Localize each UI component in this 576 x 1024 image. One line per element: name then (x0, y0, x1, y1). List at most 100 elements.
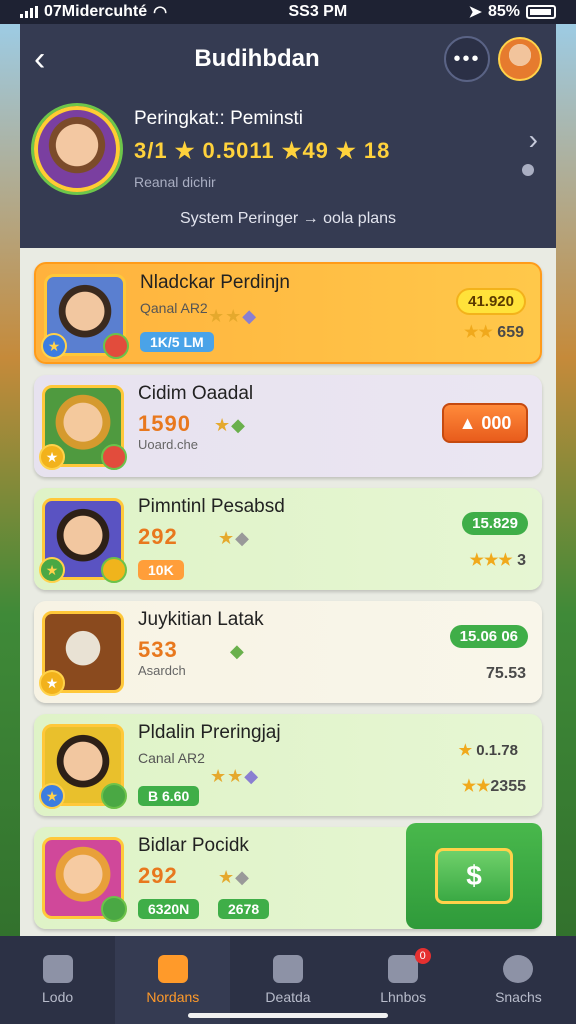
profile-subtitle: Reanal dichir (134, 174, 216, 190)
wifi-icon: ◠ (153, 4, 168, 21)
nav-item-rankings[interactable]: Nordans (115, 936, 231, 1024)
player-tag: 10K (138, 560, 184, 580)
nav-item-messages[interactable]: Deatda (230, 936, 345, 1024)
location-icon: ➤ (468, 4, 482, 21)
score-secondary: ★★ 659 (464, 324, 524, 341)
player-name: Juykitian Latak (138, 609, 264, 630)
player-tag: 6320N (138, 899, 200, 919)
more-menu-button[interactable]: ••• (444, 36, 490, 82)
star-badge-icon: ★ (39, 557, 65, 583)
carrier-label: 07Midercuhté (44, 3, 148, 20)
leaderboard-icon (157, 955, 188, 983)
player-score: 292 (138, 863, 178, 888)
page-dot-indicator (522, 164, 534, 176)
player-subtitle: Canal AR2 (138, 750, 205, 766)
list-item[interactable]: ★ Pimntinl Pesabsd 292 ★◆ 10K 15.829 ★★★… (34, 488, 542, 590)
reward-icons: ◆ (230, 641, 245, 661)
dollar-icon: $ (435, 848, 513, 904)
page-title: Budihbdan (194, 45, 320, 72)
player-avatar: ★ (39, 498, 127, 583)
reward-icons: ★◆ (214, 415, 246, 435)
nav-item-home[interactable]: Lodo (0, 936, 115, 1024)
player-name: Pldalin Preringjaj (138, 722, 281, 743)
item-badge-icon (103, 333, 129, 359)
star-badge-icon: ★ (39, 444, 65, 470)
user-avatar[interactable] (498, 37, 542, 81)
battery-percent: 85% (487, 3, 520, 20)
list-item[interactable]: Bidlar Pocidk 292 ★◆ 6320N 2678 $ (34, 823, 542, 929)
star-icon: ★★★ (469, 552, 518, 569)
star-badge-icon: ★ (39, 670, 65, 696)
star-icon: ★ (458, 742, 477, 759)
gear-icon (503, 955, 534, 983)
star-icon (388, 955, 419, 983)
profile-stats: 3/1 ★ 0.5011 ★49 ★ 18 (134, 138, 391, 163)
battery-icon (525, 5, 556, 19)
list-item[interactable]: ★ Cidim Oaadal 1590 ★◆ Uoard.che ▲ 000 (34, 375, 542, 477)
reward-icons: ★◆ (218, 528, 250, 548)
score-secondary: 75.53 (485, 665, 526, 682)
player-name: Bidlar Pocidk (138, 835, 249, 856)
player-avatar: ★ (39, 385, 127, 470)
player-subtitle: Qanal AR2 (140, 300, 208, 316)
signal-icon (20, 6, 38, 18)
fire-icon: ▲ (458, 412, 482, 433)
player-name: Nladckar Perdinjn (140, 272, 290, 293)
nav-label: Deatda (265, 989, 311, 1005)
ranking-list: ★ Nladckar Perdinjn Qanal AR2 ★★◆ 1K/5 L… (20, 248, 556, 929)
star-badge-icon: ★ (39, 783, 65, 809)
star-icon: ★★ (464, 324, 498, 341)
player-avatar: ★ (41, 274, 129, 359)
player-avatar: ★ (39, 611, 124, 696)
player-score: 533 (138, 637, 178, 662)
player-name: Pimntinl Pesabsd (138, 496, 285, 517)
score-secondary: ★★2355 (461, 778, 526, 795)
list-item[interactable]: ★ Pldalin Preringjaj Canal AR2 ★★◆ B 6.6… (34, 714, 542, 816)
player-tag: 1K/5 LM (140, 332, 214, 352)
system-note: System Peringer → oola plans (179, 210, 397, 227)
item-badge-icon (101, 444, 127, 470)
item-badge-icon (101, 557, 127, 583)
status-bar: 07Midercuhté ◠ SS3 PM ➤ 85% (0, 0, 576, 24)
home-icon (42, 955, 73, 983)
chevron-right-icon[interactable]: › (529, 124, 538, 156)
player-tag: B 6.60 (138, 786, 200, 806)
list-item[interactable]: ★ Nladckar Perdinjn Qanal AR2 ★★◆ 1K/5 L… (34, 262, 542, 364)
score-secondary: ★★★ 3 (469, 552, 526, 569)
nav-label: Lhnbos (380, 989, 427, 1005)
profile-header[interactable]: Peringkat:: Peminsti 3/1 ★ 0.5011 ★49 ★ … (20, 94, 556, 248)
nav-item-settings[interactable]: Snachs (461, 936, 576, 1024)
notification-badge: 0 (414, 948, 431, 964)
main-panel: ‹ Budihbdan ••• Peringkat:: Peminsti 3/1… (20, 24, 556, 936)
bottom-nav: Lodo Nordans Deatda 0 Lhnbos Snachs (0, 936, 576, 1024)
score-badge: 15.06 06 (449, 625, 528, 648)
claim-button[interactable]: ▲ 000 (442, 403, 528, 443)
star-icon: ★★ (461, 778, 491, 795)
item-badge-icon (101, 896, 127, 922)
back-button[interactable]: ‹ (34, 42, 70, 76)
nav-label: Snachs (495, 989, 542, 1005)
score-badge: 41.920 (456, 288, 526, 315)
player-score: 1590 (138, 411, 191, 436)
player-subtitle: Uoard.che (138, 437, 198, 452)
home-indicator (188, 1013, 388, 1018)
star-badge-icon: ★ (41, 333, 67, 359)
reward-icons: ★★◆ (208, 306, 258, 326)
nav-item-inbox[interactable]: 0 Lhnbos (346, 936, 461, 1024)
player-subtitle: Asardch (138, 663, 186, 678)
profile-name: Peringkat:: Peminsti (134, 108, 303, 129)
nav-label: Nordans (146, 989, 200, 1005)
player-name: Cidim Oaadal (138, 383, 254, 404)
reward-icons: ★★◆ (210, 766, 260, 786)
top-bar: ‹ Budihbdan ••• (20, 24, 556, 94)
player-avatar: ★ (39, 724, 127, 809)
item-badge-icon (101, 783, 127, 809)
score-badge: 15.829 (462, 512, 528, 535)
profile-avatar (34, 106, 120, 192)
player-avatar (42, 837, 127, 922)
score-badge: ★ 0.1.78 (458, 742, 518, 759)
nav-label: Lodo (42, 989, 74, 1005)
player-score: 292 (138, 524, 178, 549)
collect-button[interactable]: $ (406, 823, 542, 929)
list-item[interactable]: ★ Juykitian Latak 533 ◆ Asardch 15.06 06… (34, 601, 542, 703)
